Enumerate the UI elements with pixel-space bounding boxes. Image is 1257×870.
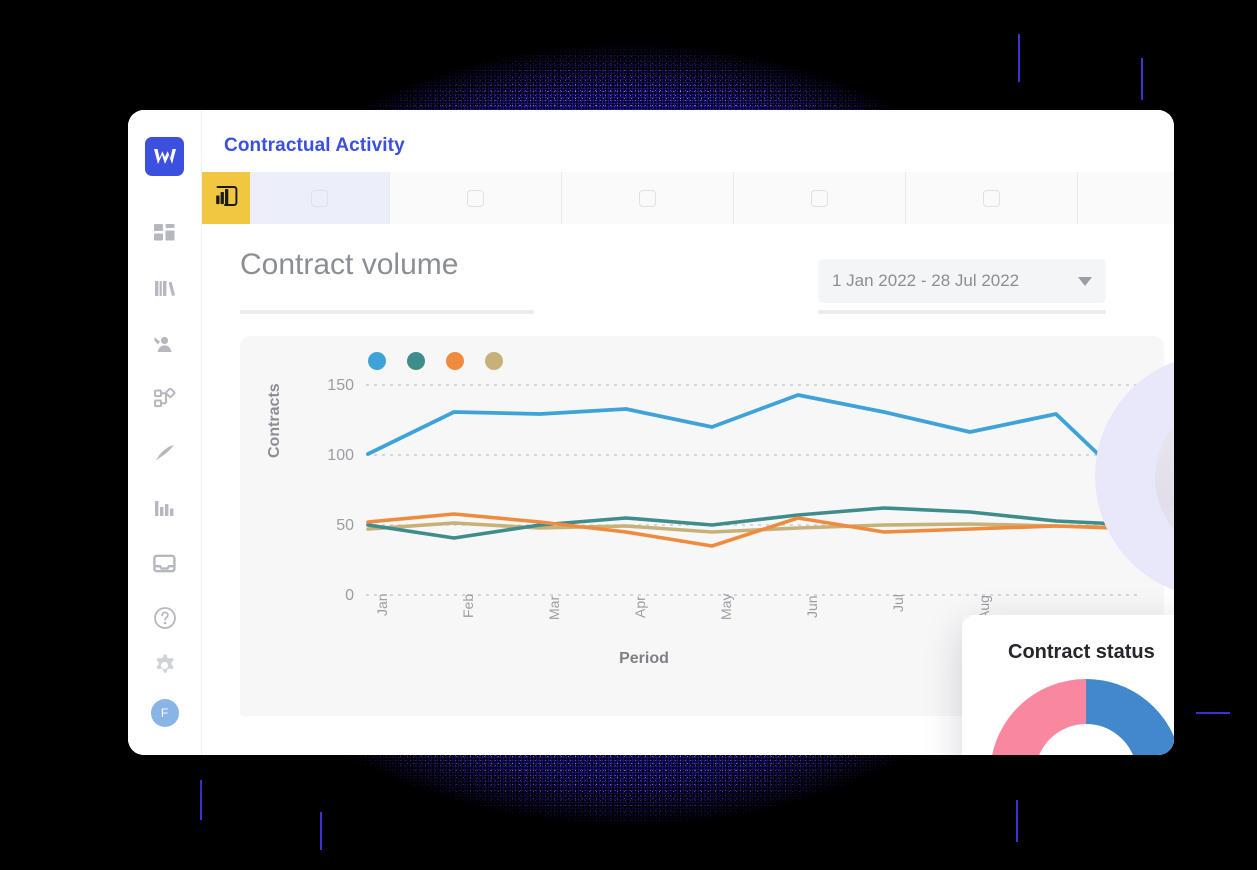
title-underline xyxy=(240,310,534,314)
date-underline xyxy=(818,310,1106,314)
w-logo-icon[interactable] xyxy=(145,137,184,176)
x-tick: Feb xyxy=(460,593,476,618)
checkbox-icon[interactable] xyxy=(467,189,484,207)
tab-item-6[interactable] xyxy=(906,172,1078,224)
tab-reports-active[interactable] xyxy=(202,172,250,224)
sidebar: F xyxy=(128,110,202,755)
checkbox-icon[interactable] xyxy=(983,189,1000,207)
sidebar-item-reports[interactable] xyxy=(152,495,178,521)
x-tick: May xyxy=(718,593,734,620)
avatar[interactable]: F xyxy=(150,699,179,727)
sidebar-item-library[interactable] xyxy=(152,275,178,301)
x-axis-label: Period xyxy=(619,650,669,667)
sidebar-item-dashboard[interactable] xyxy=(152,220,178,246)
status-card-title: Contract status xyxy=(1008,641,1155,663)
date-range-value: 1 Jan 2022 - 28 Jul 2022 xyxy=(832,271,1020,290)
tab-item-5[interactable] xyxy=(734,172,906,224)
sidebar-item-workflow[interactable] xyxy=(152,385,178,411)
help-circle-icon[interactable] xyxy=(152,605,178,631)
checkbox-icon[interactable] xyxy=(311,189,328,207)
x-tick: Jul xyxy=(890,594,906,612)
sidebar-nav-bottom: F xyxy=(150,605,179,727)
sidebar-item-sign[interactable] xyxy=(152,440,178,466)
volume-panel-title: Contract volume xyxy=(240,248,459,281)
sidebar-nav-top xyxy=(152,220,178,576)
checkbox-icon[interactable] xyxy=(639,189,656,207)
checkbox-icon[interactable] xyxy=(811,189,828,207)
app-window: F Contractual Activity Contract volume 1… xyxy=(128,110,1174,755)
gear-icon[interactable] xyxy=(152,652,178,678)
screenshot-stage: F Contractual Activity Contract volume 1… xyxy=(0,0,1257,870)
page-title: Contractual Activity xyxy=(224,135,405,156)
tab-item-4[interactable] xyxy=(562,172,734,224)
x-tick: Mar xyxy=(546,595,562,620)
chevron-down-icon[interactable] xyxy=(1078,276,1092,286)
tab-item-3[interactable] xyxy=(390,172,562,224)
x-tick: Apr xyxy=(632,596,648,618)
date-range-picker[interactable]: 1 Jan 2022 - 28 Jul 2022 xyxy=(818,259,1106,303)
x-tick: Jan xyxy=(374,593,390,616)
tab-bar xyxy=(202,172,1174,224)
power-bi-icon xyxy=(213,184,239,213)
avatar-photo[interactable] xyxy=(1155,400,1174,556)
sidebar-item-inbox[interactable] xyxy=(152,550,178,576)
x-tick: Jun xyxy=(804,595,820,618)
main-content: Contractual Activity Contract volume 1 J… xyxy=(202,110,1174,755)
sidebar-item-people[interactable] xyxy=(152,330,178,356)
contract-status-card: Contract status Active xyxy=(962,615,1174,755)
donut-chart xyxy=(989,678,1174,755)
tab-item-7[interactable] xyxy=(1078,172,1174,224)
tab-item-2[interactable] xyxy=(250,172,390,224)
